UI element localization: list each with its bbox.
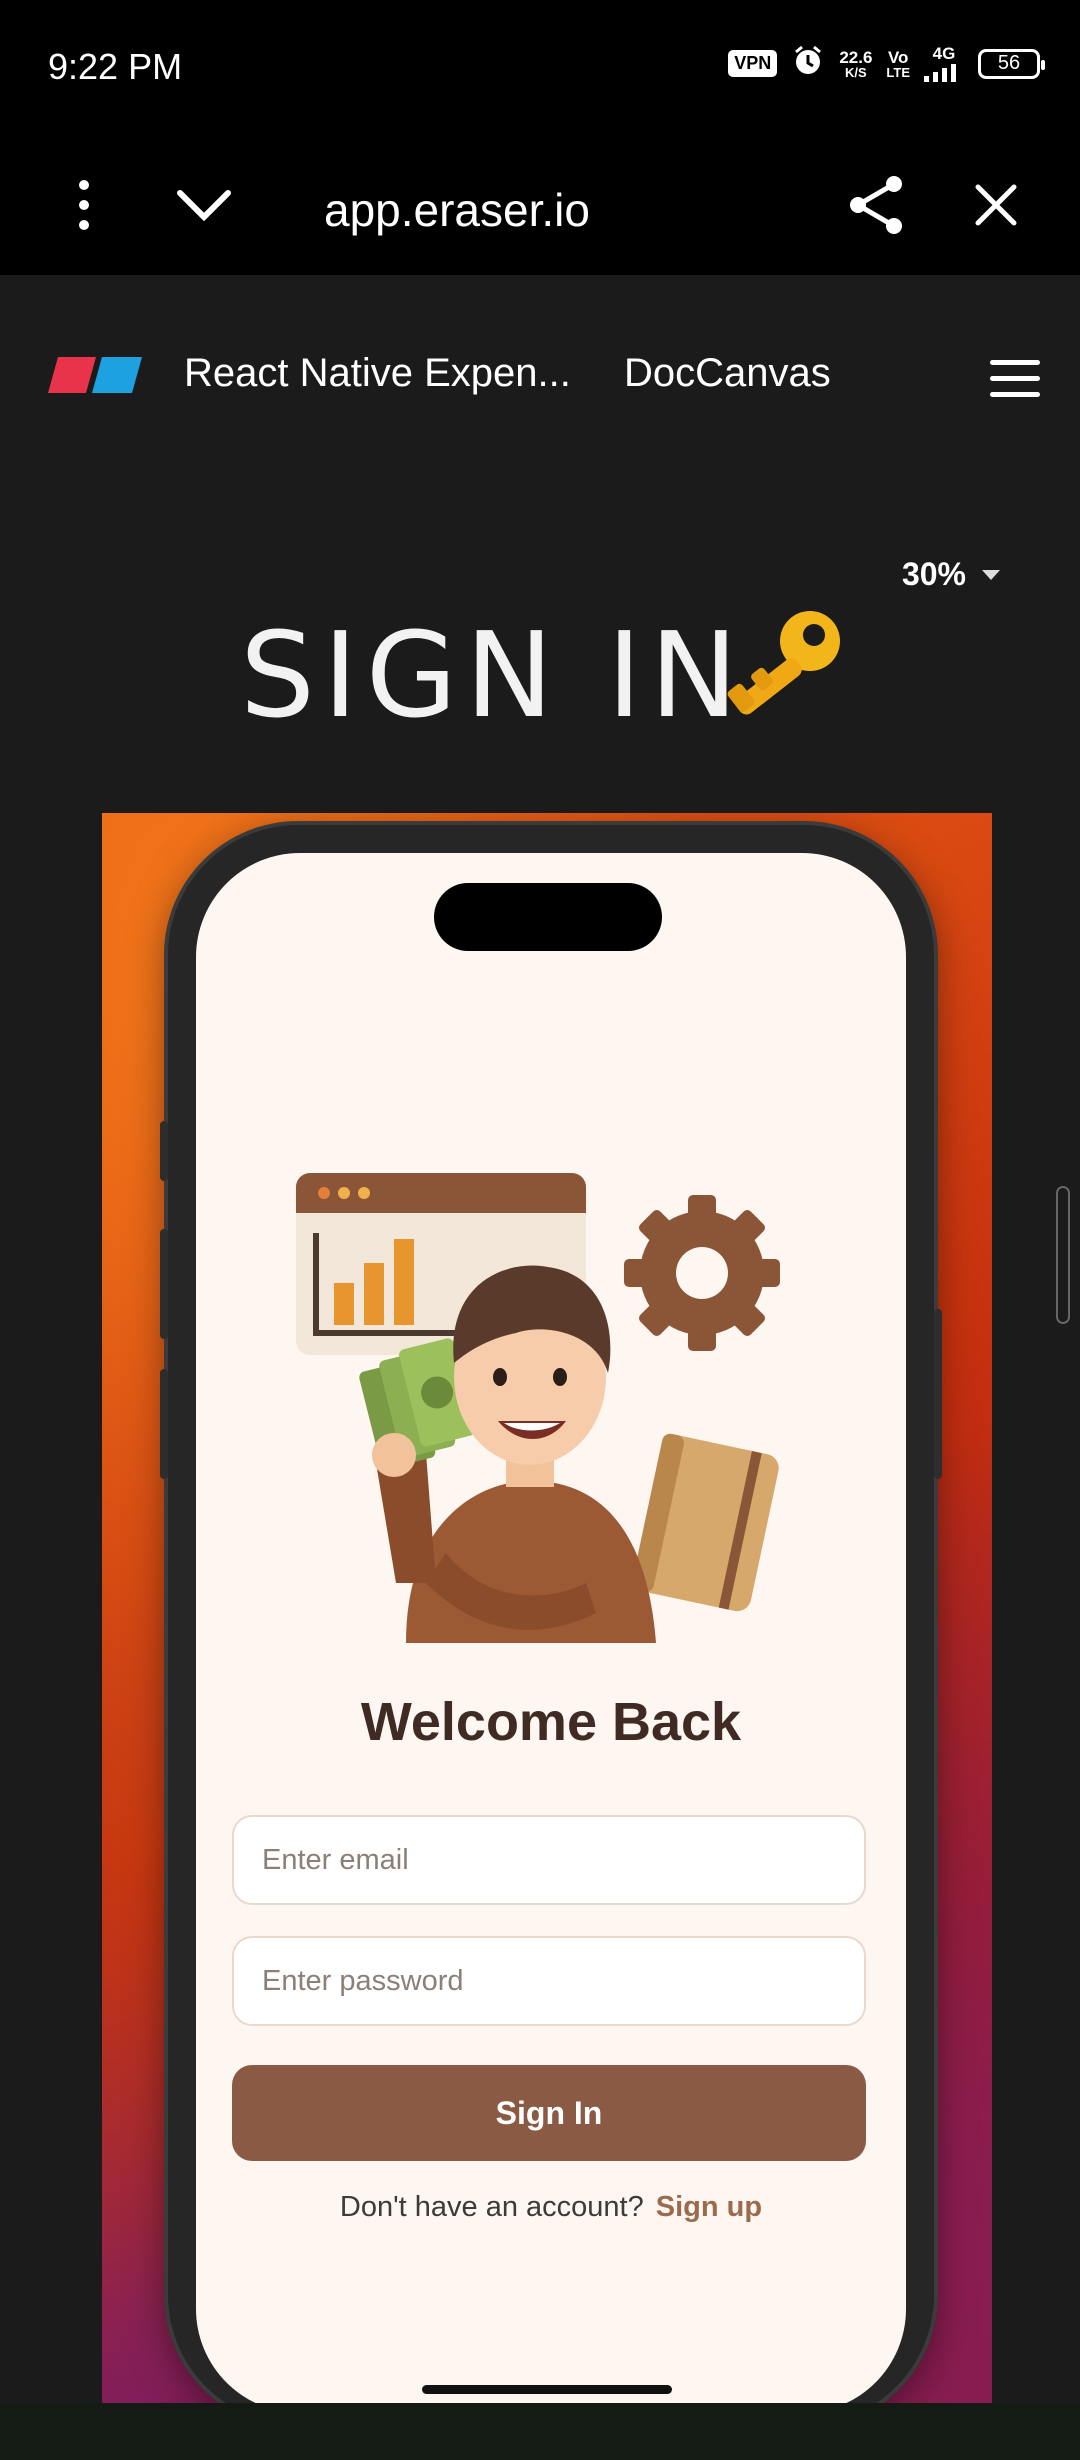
project-title[interactable]: React Native Expen... — [184, 351, 571, 396]
status-bar: 9:22 PM VPN 22.6 K/S Vo LTE 4G 56 — [0, 0, 1080, 135]
wallpaper-background: Welcome Back Sign In Don't have an accou… — [102, 813, 992, 2403]
home-indicator — [422, 2385, 672, 2394]
finance-illustration — [296, 1173, 780, 1643]
signup-row: Don't have an account? Sign up — [196, 2191, 906, 2224]
sign-in-heading: SIGN IN — [240, 606, 746, 744]
phone-power-button — [934, 1309, 942, 1479]
phone-mockup: Welcome Back Sign In Don't have an accou… — [160, 825, 942, 2403]
phone-volume-up — [160, 1229, 168, 1339]
url-text[interactable]: app.eraser.io — [324, 183, 590, 237]
phone-action-button — [160, 1121, 168, 1181]
signup-prompt: Don't have an account? — [339, 2191, 644, 2223]
scrollbar[interactable] — [1056, 1186, 1070, 1324]
share-button[interactable] — [836, 165, 916, 245]
status-icons: VPN 22.6 K/S Vo LTE 4G 56 — [728, 44, 1045, 83]
more-options-button[interactable] — [44, 165, 124, 245]
signup-link[interactable]: Sign up — [656, 2191, 762, 2223]
signal-strength: 4G — [924, 45, 964, 82]
phone-volume-down — [160, 1369, 168, 1479]
battery-icon: 56 — [978, 48, 1045, 79]
canvas-heading: SIGN IN — [240, 600, 860, 750]
signal-icon — [924, 64, 956, 82]
welcome-title: Welcome Back — [360, 1692, 742, 1752]
alarm-icon — [791, 44, 825, 83]
zoom-level: 30% — [901, 556, 966, 592]
hamburger-menu-button[interactable] — [980, 343, 1050, 413]
password-field[interactable] — [232, 1936, 866, 2026]
volte-indicator: Vo LTE — [886, 47, 910, 80]
share-icon — [850, 176, 902, 234]
key-icon — [710, 605, 850, 730]
close-button[interactable] — [956, 165, 1036, 245]
dynamic-island — [434, 883, 662, 951]
network-speed: 22.6 K/S — [839, 47, 873, 80]
email-field[interactable] — [232, 1815, 866, 1905]
vpn-badge: VPN — [728, 50, 778, 77]
caret-down-icon — [982, 569, 1000, 580]
phone-screen: Welcome Back Sign In Don't have an accou… — [196, 853, 906, 2403]
status-time: 9:22 PM — [48, 46, 183, 87]
sign-in-button[interactable]: Sign In — [232, 2065, 866, 2161]
chevron-down-icon — [177, 190, 231, 222]
minimize-button[interactable] — [164, 165, 244, 245]
close-icon — [975, 184, 1017, 226]
kebab-menu-icon — [79, 180, 89, 230]
browser-toolbar: app.eraser.io — [0, 135, 1080, 275]
zoom-control[interactable]: 30% — [902, 556, 1000, 593]
doc-title[interactable]: DocCanvas — [624, 351, 831, 396]
site-header: React Native Expen... DocCanvas — [0, 275, 1080, 475]
bottom-bar — [0, 2403, 1080, 2460]
eraser-logo[interactable] — [46, 355, 146, 400]
